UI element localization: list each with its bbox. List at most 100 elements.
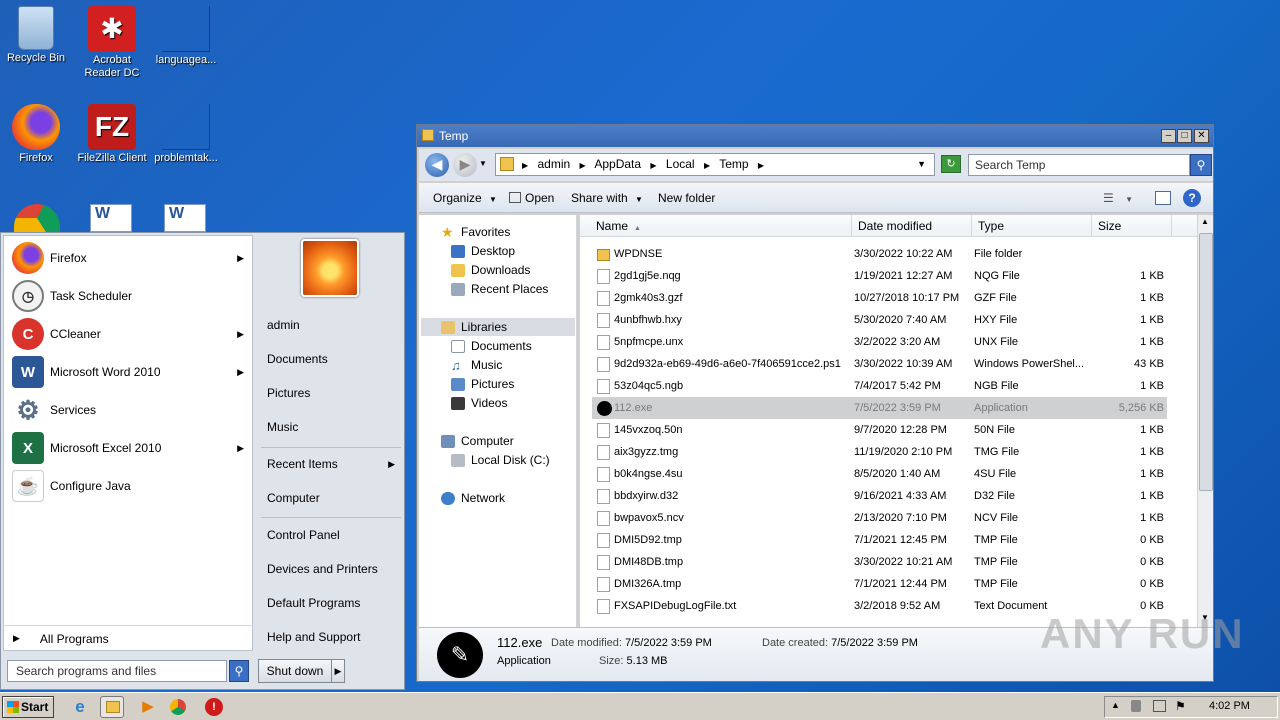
window-titlebar[interactable]: Temp – □ ✕ (417, 125, 1213, 147)
word-doc-icon[interactable]: W (90, 204, 132, 232)
file-row[interactable]: 5npfmcpe.unx 3/2/2022 3:20 AM UNX File 1 KB (592, 331, 1167, 353)
desktop-icon-acrobat[interactable]: ✱ Acrobat Reader DC (76, 6, 148, 80)
user-avatar[interactable] (301, 239, 359, 297)
start-item-computer[interactable]: Computer (263, 484, 401, 512)
all-programs[interactable]: ▶ All Programs (3, 625, 253, 651)
file-row[interactable]: DMI5D92.tmp 7/1/2021 12:45 PM TMP File 0 KB (592, 529, 1167, 551)
search-icon[interactable]: ⚲ (229, 660, 249, 682)
file-row[interactable]: 112.exe 7/5/2022 3:59 PM Application 5,256 … (592, 397, 1167, 419)
desktop-icon-filezilla[interactable]: FZ FileZilla Client (76, 104, 148, 165)
column-date[interactable]: Date modified (852, 215, 972, 237)
nav-local-disk[interactable]: Local Disk (C:) (451, 451, 550, 469)
program-task-scheduler[interactable]: ◷ Task Scheduler (4, 278, 254, 314)
share-with-button[interactable]: Share with ▼ (571, 183, 643, 213)
program-ccleaner[interactable]: C CCleaner ▶ (4, 316, 254, 352)
shutdown-button[interactable]: Shut down (258, 659, 332, 683)
nav-videos[interactable]: Videos (451, 394, 507, 412)
file-row[interactable]: 2gmk40s3.gzf 10/27/2018 10:17 PM GZF File 1… (592, 287, 1167, 309)
recent-pages-dropdown[interactable]: ▼ (479, 159, 487, 168)
nav-favorites[interactable]: ★ Favorites (441, 223, 510, 241)
chrome-icon[interactable] (14, 204, 60, 232)
search-icon[interactable]: ⚲ (1190, 154, 1212, 176)
program-services[interactable]: ⚙ Services (4, 392, 254, 428)
desktop-icon-firefox[interactable]: Firefox (0, 104, 72, 165)
action-center-flag-icon[interactable]: ⚑ (1175, 699, 1186, 713)
start-item-admin[interactable]: admin (263, 311, 401, 339)
file-row[interactable]: bwpavox5.ncv 2/13/2020 7:10 PM NCV File 1 K… (592, 507, 1167, 529)
back-button[interactable]: ◀ (425, 153, 449, 177)
network-icon[interactable] (1153, 700, 1166, 712)
desktop-icon-problemtak[interactable]: problemtak... (150, 104, 222, 165)
desktop-icon-languagea[interactable]: languagea... (150, 6, 222, 67)
column-size[interactable]: Size (1092, 215, 1172, 237)
breadcrumb-item[interactable]: admin (538, 157, 571, 171)
start-item-documents[interactable]: Documents (263, 345, 401, 373)
scroll-up-icon[interactable]: ▲ (1201, 217, 1209, 226)
show-hidden-icons-icon[interactable]: ▲ (1111, 700, 1120, 710)
open-button[interactable]: Open (509, 183, 554, 213)
start-button[interactable]: Start (2, 696, 54, 718)
help-icon[interactable]: ? (1183, 189, 1201, 207)
vertical-scrollbar[interactable]: ▲ ▼ (1197, 215, 1213, 627)
start-item-help-support[interactable]: Help and Support (263, 623, 401, 651)
forward-button[interactable]: ▶ (453, 153, 477, 177)
breadcrumb-item[interactable]: Temp (719, 157, 748, 171)
nav-recent-places[interactable]: Recent Places (451, 280, 548, 298)
program-firefox[interactable]: Firefox ▶ (4, 240, 254, 276)
breadcrumb-item[interactable]: Local (666, 157, 695, 171)
nav-documents[interactable]: Documents (451, 337, 532, 355)
opera-icon[interactable]: ! (205, 698, 223, 716)
file-row[interactable]: 53z04qc5.ngb 7/4/2017 5:42 PM NGB File 1 KB (592, 375, 1167, 397)
nav-computer[interactable]: Computer (441, 432, 514, 450)
search-input[interactable]: Search Temp (968, 154, 1190, 176)
internet-explorer-icon[interactable]: e (68, 696, 92, 718)
program-word[interactable]: W Microsoft Word 2010 ▶ (4, 354, 254, 390)
minimize-button[interactable]: – (1161, 129, 1176, 143)
address-dropdown-icon[interactable]: ▼ (917, 154, 926, 175)
program-excel[interactable]: X Microsoft Excel 2010 ▶ (4, 430, 254, 466)
file-row[interactable]: WPDNSE 3/30/2022 10:22 AM File folder (592, 243, 1167, 265)
volume-icon[interactable] (1131, 700, 1141, 712)
start-item-control-panel[interactable]: Control Panel (263, 521, 401, 549)
shutdown-options-button[interactable]: ▶ (331, 659, 345, 683)
file-row[interactable]: 2gd1gj5e.nqg 1/19/2021 12:27 AM NQG File 1 … (592, 265, 1167, 287)
scroll-thumb[interactable] (1199, 233, 1213, 491)
desktop-icon-recycle-bin[interactable]: Recycle Bin (0, 6, 72, 65)
nav-pictures[interactable]: Pictures (451, 375, 514, 393)
program-configure-java[interactable]: ☕ Configure Java (4, 468, 254, 504)
column-type[interactable]: Type (972, 215, 1092, 237)
start-search-input[interactable]: Search programs and files (7, 660, 227, 682)
new-folder-button[interactable]: New folder (658, 183, 715, 213)
file-row[interactable]: DMI48DB.tmp 3/30/2022 10:21 AM TMP File 0 K… (592, 551, 1167, 573)
start-item-default-programs[interactable]: Default Programs (263, 589, 401, 617)
start-item-music[interactable]: Music (263, 413, 401, 441)
view-options-icon[interactable]: ☰ ▼ (1103, 183, 1133, 213)
file-row[interactable]: 145vxzoq.50n 9/7/2020 12:28 PM 50N File 1 K… (592, 419, 1167, 441)
organize-button[interactable]: Organize ▼ (433, 183, 497, 213)
file-row[interactable]: DMI326A.tmp 7/1/2021 12:44 PM TMP File 0 KB (592, 573, 1167, 595)
nav-libraries[interactable]: Libraries (421, 318, 575, 336)
file-row[interactable]: aix3gyzz.tmg 11/19/2020 2:10 PM TMG File 1 … (592, 441, 1167, 463)
file-row[interactable]: b0k4ngse.4su 8/5/2020 1:40 AM 4SU File 1 KB (592, 463, 1167, 485)
media-player-icon[interactable]: ▶ (136, 696, 160, 718)
clock[interactable]: 4:02 PM (1209, 700, 1250, 712)
start-item-pictures[interactable]: Pictures (263, 379, 401, 407)
word-doc-icon[interactable]: W (164, 204, 206, 232)
file-row[interactable]: 4unbfhwb.hxy 5/30/2020 7:40 AM HXY File 1 K… (592, 309, 1167, 331)
close-button[interactable]: ✕ (1194, 129, 1209, 143)
file-row[interactable]: bbdxyirw.d32 9/16/2021 4:33 AM D32 File 1 K… (592, 485, 1167, 507)
chrome-icon[interactable] (170, 699, 186, 715)
nav-music[interactable]: ♫ Music (451, 356, 502, 374)
explorer-taskbar-icon[interactable] (100, 696, 124, 718)
start-item-devices-printers[interactable]: Devices and Printers (263, 555, 401, 583)
refresh-icon[interactable]: ↻ (941, 155, 961, 173)
maximize-button[interactable]: □ (1177, 129, 1192, 143)
nav-desktop[interactable]: Desktop (451, 242, 515, 260)
start-item-recent-items[interactable]: Recent Items ▶ (263, 450, 401, 478)
file-row[interactable]: 9d2d932a-eb69-49d6-a6e0-7f406591cce2.ps1… (592, 353, 1167, 375)
breadcrumb-item[interactable]: AppData (594, 157, 641, 171)
breadcrumb[interactable]: ▶ admin ▶ AppData ▶ Local ▶ Temp ▶ ▼ (495, 153, 935, 176)
nav-network[interactable]: Network (441, 489, 505, 507)
nav-downloads[interactable]: Downloads (451, 261, 530, 279)
column-name[interactable]: Name ▲ (580, 215, 852, 237)
